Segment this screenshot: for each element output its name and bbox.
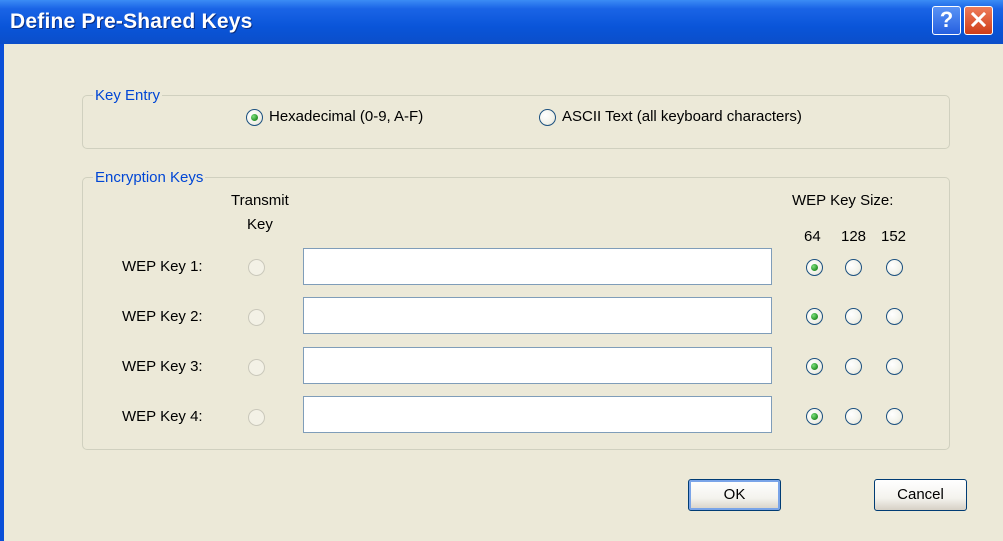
close-x-icon xyxy=(970,11,987,28)
wep-key-3-label: WEP Key 3: xyxy=(122,358,203,375)
wep-key-2-transmit-radio[interactable] xyxy=(248,309,265,326)
close-button[interactable] xyxy=(964,6,993,35)
cancel-button[interactable]: Cancel xyxy=(874,479,967,511)
ascii-text-label[interactable]: ASCII Text (all keyboard characters) xyxy=(562,108,802,125)
dialog-window: Define Pre-Shared Keys ? Key Entry Hexad… xyxy=(0,0,1003,541)
window-title: Define Pre-Shared Keys xyxy=(10,10,253,33)
wep-key-4-input[interactable] xyxy=(303,396,772,433)
wep-key-2-size-152-radio[interactable] xyxy=(886,308,903,325)
wep-key-1-transmit-radio[interactable] xyxy=(248,259,265,276)
ascii-text-radio[interactable] xyxy=(539,109,556,126)
wep-key-2-input[interactable] xyxy=(303,297,772,334)
wep-key-1-size-64-radio[interactable] xyxy=(806,259,823,276)
size-152-header: 152 xyxy=(881,228,907,245)
wep-key-3-input[interactable] xyxy=(303,347,772,384)
wep-key-1-size-152-radio[interactable] xyxy=(886,259,903,276)
question-icon: ? xyxy=(939,7,954,32)
transmit-header-line1: Transmit xyxy=(231,192,289,209)
dialog-body: Key Entry Hexadecimal (0-9, A-F) ASCII T… xyxy=(4,44,1003,541)
key-entry-legend: Key Entry xyxy=(95,87,161,104)
wep-key-3-size-128-radio[interactable] xyxy=(845,358,862,375)
wep-key-3-transmit-radio[interactable] xyxy=(248,359,265,376)
wep-key-4-transmit-radio[interactable] xyxy=(248,409,265,426)
hexadecimal-label[interactable]: Hexadecimal (0-9, A-F) xyxy=(269,108,423,125)
wep-key-4-size-152-radio[interactable] xyxy=(886,408,903,425)
wep-key-4-size-64-radio[interactable] xyxy=(806,408,823,425)
help-button[interactable]: ? xyxy=(932,6,961,35)
transmit-header-line2: Key xyxy=(247,216,273,233)
wep-key-4-size-128-radio[interactable] xyxy=(845,408,862,425)
wep-key-3-size-64-radio[interactable] xyxy=(806,358,823,375)
ok-button[interactable]: OK xyxy=(688,479,781,511)
wep-key-1-input[interactable] xyxy=(303,248,772,285)
size-128-header: 128 xyxy=(841,228,867,245)
wep-key-1-label: WEP Key 1: xyxy=(122,258,203,275)
key-entry-group: Key Entry xyxy=(82,87,950,149)
wep-key-4-label: WEP Key 4: xyxy=(122,408,203,425)
wep-key-1-size-128-radio[interactable] xyxy=(845,259,862,276)
encryption-keys-legend: Encryption Keys xyxy=(95,169,204,186)
hexadecimal-radio[interactable] xyxy=(246,109,263,126)
wep-key-2-label: WEP Key 2: xyxy=(122,308,203,325)
wep-key-3-size-152-radio[interactable] xyxy=(886,358,903,375)
wep-key-size-header: WEP Key Size: xyxy=(792,192,894,209)
title-bar[interactable]: Define Pre-Shared Keys ? xyxy=(0,0,1003,44)
size-64-header: 64 xyxy=(804,228,821,245)
wep-key-2-size-128-radio[interactable] xyxy=(845,308,862,325)
wep-key-2-size-64-radio[interactable] xyxy=(806,308,823,325)
